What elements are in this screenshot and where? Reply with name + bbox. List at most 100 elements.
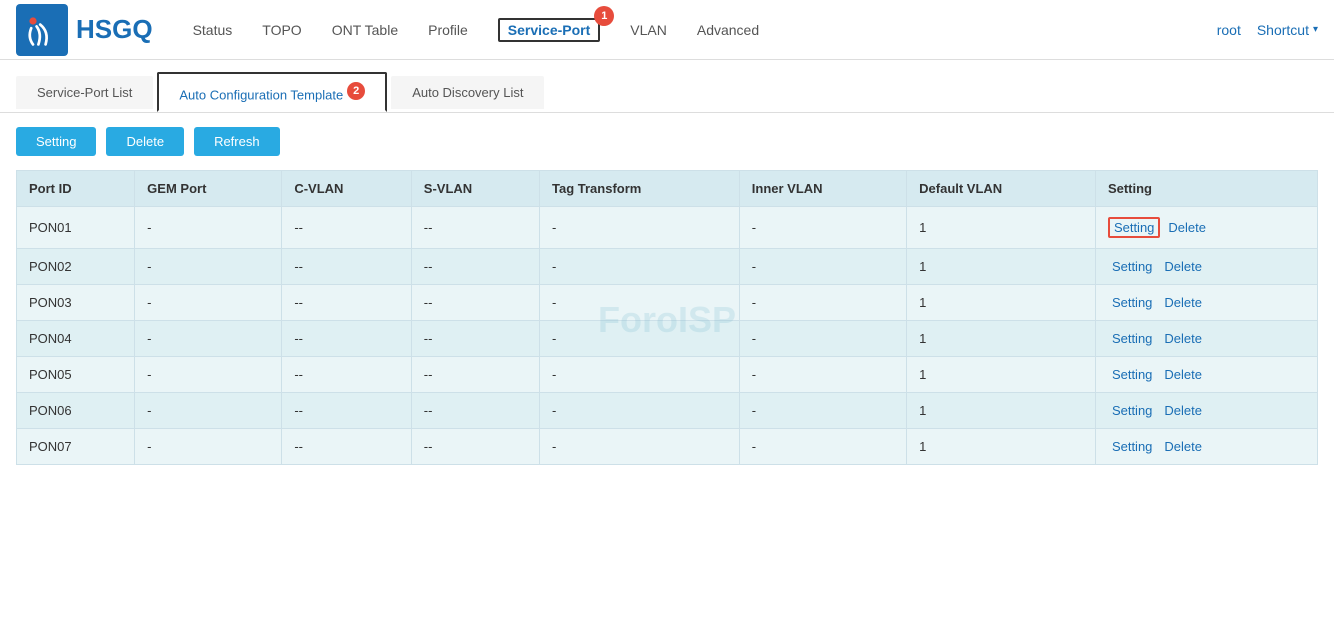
table-header-row: Port ID GEM Port C-VLAN S-VLAN Tag Trans… bbox=[17, 171, 1318, 207]
logo-area: HSGQ bbox=[16, 4, 153, 56]
nav-ont-table[interactable]: ONT Table bbox=[332, 18, 398, 42]
nav-status[interactable]: Status bbox=[193, 18, 233, 42]
row-setting-button[interactable]: Setting bbox=[1108, 403, 1156, 418]
main-nav: Status TOPO ONT Table Profile Service-Po… bbox=[193, 18, 1217, 42]
badge-2: 2 bbox=[347, 82, 365, 100]
cell-tag-transform: - bbox=[540, 429, 740, 465]
refresh-button[interactable]: Refresh bbox=[194, 127, 280, 156]
tab-auto-discovery-list[interactable]: Auto Discovery List bbox=[391, 76, 544, 109]
col-port-id: Port ID bbox=[17, 171, 135, 207]
nav-shortcut[interactable]: Shortcut bbox=[1257, 18, 1309, 42]
row-delete-button[interactable]: Delete bbox=[1160, 331, 1206, 346]
actions-bar: Setting Delete Refresh bbox=[0, 113, 1334, 170]
cell-default-vlan: 1 bbox=[907, 249, 1096, 285]
cell-c-vlan: -- bbox=[282, 207, 411, 249]
cell-tag-transform: - bbox=[540, 249, 740, 285]
cell-s-vlan: -- bbox=[411, 429, 539, 465]
table-row: PON06 - -- -- - - 1 Setting Delete bbox=[17, 393, 1318, 429]
cell-s-vlan: -- bbox=[411, 321, 539, 357]
table-wrap: Port ID GEM Port C-VLAN S-VLAN Tag Trans… bbox=[0, 170, 1334, 481]
col-gem-port: GEM Port bbox=[135, 171, 282, 207]
cell-port-id: PON06 bbox=[17, 393, 135, 429]
cell-default-vlan: 1 bbox=[907, 207, 1096, 249]
cell-actions: Setting Delete bbox=[1095, 357, 1317, 393]
badge-1: 1 bbox=[594, 6, 614, 26]
nav-service-port[interactable]: Service-Port bbox=[498, 18, 600, 42]
setting-button[interactable]: Setting bbox=[16, 127, 96, 156]
cell-inner-vlan: - bbox=[739, 393, 906, 429]
col-setting: Setting bbox=[1095, 171, 1317, 207]
cell-s-vlan: -- bbox=[411, 207, 539, 249]
cell-actions: Setting Delete bbox=[1095, 393, 1317, 429]
nav-right: root Shortcut ▾ bbox=[1217, 18, 1318, 42]
cell-inner-vlan: - bbox=[739, 321, 906, 357]
header: HSGQ Status TOPO ONT Table Profile Servi… bbox=[0, 0, 1334, 60]
col-s-vlan: S-VLAN bbox=[411, 171, 539, 207]
tabs-bar: Service-Port List Auto Configuration Tem… bbox=[0, 60, 1334, 113]
cell-c-vlan: -- bbox=[282, 393, 411, 429]
cell-tag-transform: - bbox=[540, 321, 740, 357]
cell-gem-port: - bbox=[135, 321, 282, 357]
cell-actions: Setting Delete bbox=[1095, 285, 1317, 321]
cell-actions: Setting Delete bbox=[1095, 429, 1317, 465]
cell-actions: Setting Delete bbox=[1095, 249, 1317, 285]
row-setting-button[interactable]: Setting bbox=[1108, 259, 1156, 274]
tab-service-port-list[interactable]: Service-Port List bbox=[16, 76, 153, 109]
row-delete-button[interactable]: Delete bbox=[1160, 295, 1206, 310]
cell-default-vlan: 1 bbox=[907, 357, 1096, 393]
cell-gem-port: - bbox=[135, 357, 282, 393]
cell-default-vlan: 1 bbox=[907, 393, 1096, 429]
nav-root[interactable]: root bbox=[1217, 18, 1241, 42]
row-setting-button[interactable]: Setting bbox=[1108, 331, 1156, 346]
row-delete-button[interactable]: Delete bbox=[1160, 403, 1206, 418]
nav-vlan[interactable]: VLAN bbox=[630, 18, 667, 42]
cell-port-id: PON07 bbox=[17, 429, 135, 465]
tab-auto-config-template[interactable]: Auto Configuration Template2 bbox=[157, 72, 387, 112]
nav-topo[interactable]: TOPO bbox=[262, 18, 301, 42]
delete-button[interactable]: Delete bbox=[106, 127, 184, 156]
col-tag-transform: Tag Transform bbox=[540, 171, 740, 207]
row-setting-button[interactable]: Setting bbox=[1108, 367, 1156, 382]
row-setting-button[interactable]: Setting bbox=[1108, 295, 1156, 310]
cell-default-vlan: 1 bbox=[907, 321, 1096, 357]
cell-port-id: PON04 bbox=[17, 321, 135, 357]
cell-port-id: PON05 bbox=[17, 357, 135, 393]
cell-port-id: PON03 bbox=[17, 285, 135, 321]
row-setting-button[interactable]: Setting bbox=[1108, 217, 1160, 238]
logo-text: HSGQ bbox=[76, 14, 153, 45]
col-inner-vlan: Inner VLAN bbox=[739, 171, 906, 207]
row-delete-button[interactable]: Delete bbox=[1160, 439, 1206, 454]
cell-s-vlan: -- bbox=[411, 393, 539, 429]
chevron-down-icon: ▾ bbox=[1313, 24, 1318, 35]
row-delete-button[interactable]: Delete bbox=[1160, 367, 1206, 382]
col-c-vlan: C-VLAN bbox=[282, 171, 411, 207]
cell-port-id: PON02 bbox=[17, 249, 135, 285]
table-row: PON07 - -- -- - - 1 Setting Delete bbox=[17, 429, 1318, 465]
cell-c-vlan: -- bbox=[282, 429, 411, 465]
nav-shortcut-wrapper: Shortcut ▾ bbox=[1257, 18, 1318, 42]
row-setting-button[interactable]: Setting bbox=[1108, 439, 1156, 454]
cell-s-vlan: -- bbox=[411, 357, 539, 393]
cell-tag-transform: - bbox=[540, 285, 740, 321]
cell-default-vlan: 1 bbox=[907, 285, 1096, 321]
cell-port-id: PON01 bbox=[17, 207, 135, 249]
cell-inner-vlan: - bbox=[739, 285, 906, 321]
table-row: PON02 - -- -- - - 1 Setting Delete bbox=[17, 249, 1318, 285]
cell-gem-port: - bbox=[135, 429, 282, 465]
table-row: PON03 - -- -- - - 1 Setting Delete bbox=[17, 285, 1318, 321]
cell-s-vlan: -- bbox=[411, 249, 539, 285]
cell-gem-port: - bbox=[135, 207, 282, 249]
cell-inner-vlan: - bbox=[739, 249, 906, 285]
row-delete-button[interactable]: Delete bbox=[1160, 259, 1206, 274]
table-row: PON05 - -- -- - - 1 Setting Delete bbox=[17, 357, 1318, 393]
cell-tag-transform: - bbox=[540, 357, 740, 393]
cell-c-vlan: -- bbox=[282, 357, 411, 393]
cell-s-vlan: -- bbox=[411, 285, 539, 321]
cell-actions: Setting Delete bbox=[1095, 207, 1317, 249]
row-delete-button[interactable]: Delete bbox=[1164, 217, 1210, 238]
nav-profile[interactable]: Profile bbox=[428, 18, 468, 42]
nav-service-port-wrapper: Service-Port 1 bbox=[498, 18, 600, 42]
cell-inner-vlan: - bbox=[739, 429, 906, 465]
cell-actions: Setting Delete bbox=[1095, 321, 1317, 357]
nav-advanced[interactable]: Advanced bbox=[697, 18, 759, 42]
